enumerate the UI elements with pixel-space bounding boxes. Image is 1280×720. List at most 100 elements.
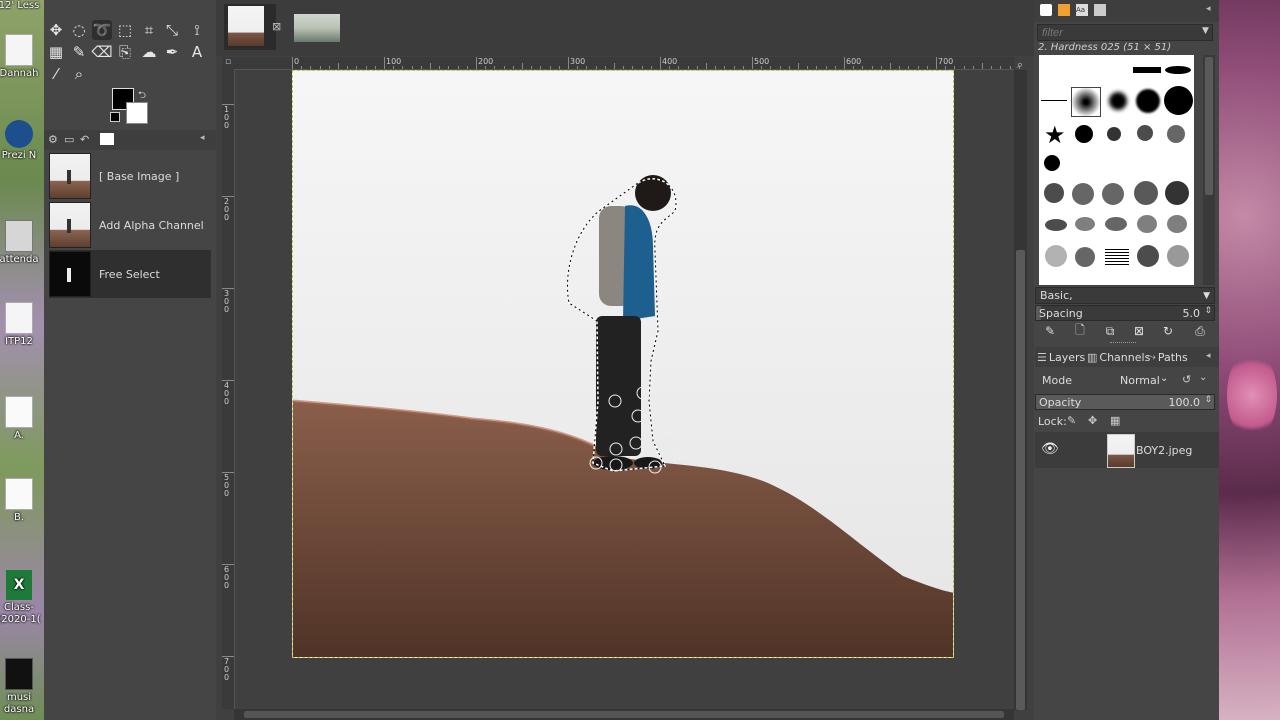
brush-item[interactable] <box>1041 100 1067 101</box>
crop-tool-icon[interactable]: ⌗ <box>139 20 159 40</box>
brush-item[interactable] <box>1134 181 1158 205</box>
fuzzy-select-icon[interactable]: ⬚ <box>115 20 135 40</box>
eye-icon[interactable]: 👁 <box>1041 441 1059 457</box>
brush-item[interactable] <box>1044 183 1064 203</box>
brush-item[interactable] <box>1167 245 1189 267</box>
brush-item[interactable] <box>1105 249 1129 265</box>
brush-item[interactable] <box>1164 86 1193 115</box>
free-select-icon[interactable]: ➰ <box>92 20 112 40</box>
desktop-icon[interactable]: ITP12 <box>0 302 42 348</box>
brush-item[interactable] <box>1136 89 1160 113</box>
desktop-icon[interactable]: X Class-(2020-1( <box>0 570 42 626</box>
brush-item[interactable] <box>1133 67 1161 73</box>
brush-item[interactable] <box>1107 127 1121 141</box>
tool-options-tab-icon[interactable]: ⚙ <box>48 133 58 146</box>
paintbrush-icon[interactable]: ✎ <box>69 42 89 62</box>
layer-row[interactable]: 👁 BOY2.jpeg <box>1035 432 1219 468</box>
image-tab[interactable] <box>292 4 344 50</box>
brush-item[interactable] <box>1105 217 1127 231</box>
brush-item[interactable] <box>1102 183 1124 205</box>
clone-tool-icon[interactable]: ⎘ <box>115 42 135 62</box>
desktop-icon[interactable]: Prezi N <box>0 120 42 162</box>
bucket-fill-icon[interactable]: ▦ <box>46 42 66 62</box>
brush-item[interactable] <box>1045 219 1067 231</box>
brush-item[interactable] <box>1045 245 1067 267</box>
brush-item[interactable] <box>1075 247 1095 267</box>
horizontal-scrollbar[interactable] <box>234 709 1014 720</box>
tab-paths[interactable]: ⤳ Paths <box>1147 347 1188 367</box>
brush-item[interactable] <box>1109 92 1127 110</box>
refresh-brushes-icon[interactable]: ↻ <box>1159 322 1177 340</box>
duplicate-brush-icon[interactable]: ⧉ <box>1101 322 1119 340</box>
desktop-icon[interactable]: Dannah <box>0 34 42 80</box>
brush-preset-select[interactable]: Basic, ▼ <box>1035 287 1215 304</box>
panel-menu-icon[interactable]: ◂ <box>1206 4 1211 14</box>
brushes-tab-icon[interactable] <box>1040 4 1052 16</box>
brush-item-selected[interactable] <box>1071 87 1101 117</box>
brush-item[interactable] <box>1165 66 1191 74</box>
lock-position-icon[interactable]: ✥ <box>1088 414 1097 427</box>
history-item[interactable]: Free Select <box>49 250 211 298</box>
device-status-tab-icon[interactable]: ▭ <box>64 133 74 146</box>
lock-pixels-icon[interactable]: ✎ <box>1067 414 1076 427</box>
quick-mask-icon[interactable]: ▫ <box>222 57 234 69</box>
panel-resize-handle[interactable] <box>1110 342 1136 346</box>
star-brush-icon[interactable]: ★ <box>1044 121 1066 149</box>
warp-transform-icon[interactable]: ⟟ <box>187 20 207 40</box>
text-tool-icon[interactable]: A <box>187 42 207 62</box>
move-tool-icon[interactable]: ✥ <box>46 20 66 40</box>
image-tab-current[interactable] <box>224 4 276 50</box>
smudge-tool-icon[interactable]: ☁ <box>139 42 159 62</box>
opacity-slider[interactable]: Opacity 100.0 ⇕ <box>1035 394 1215 410</box>
edit-brush-icon[interactable]: ✎ <box>1041 322 1059 340</box>
brush-item[interactable] <box>1075 125 1093 143</box>
panel-menu-icon[interactable]: ◂ <box>1206 351 1211 361</box>
desktop-icon[interactable]: musi dasna <box>0 658 42 716</box>
brush-item[interactable] <box>1137 125 1153 141</box>
reset-colors-icon[interactable] <box>110 112 120 122</box>
delete-brush-icon[interactable]: ⊠ <box>1130 322 1148 340</box>
vertical-scrollbar[interactable] <box>1014 70 1027 710</box>
spacing-slider[interactable]: Spacing 5.0 ⇕ <box>1035 305 1215 321</box>
lock-alpha-icon[interactable]: ▦ <box>1110 414 1120 427</box>
stepper-icon[interactable]: ⇕ <box>1204 306 1212 316</box>
chevron-down-icon[interactable]: ▼ <box>1202 26 1209 36</box>
patterns-tab-icon[interactable] <box>1058 4 1070 16</box>
paths-tool-icon[interactable]: ✒ <box>162 42 182 62</box>
zoom-tool-icon[interactable]: ⌕ <box>69 64 89 84</box>
reset-mode-icon[interactable]: ↺ <box>1182 373 1191 386</box>
desktop-icon[interactable]: B. <box>0 478 42 524</box>
stepper-icon[interactable]: ⇕ <box>1204 395 1212 405</box>
brush-item[interactable] <box>1165 181 1189 205</box>
brush-item[interactable] <box>1167 125 1185 143</box>
brush-item[interactable] <box>1075 217 1095 231</box>
images-tab-icon[interactable] <box>100 133 114 145</box>
tab-layers[interactable]: ☰ Layers <box>1037 347 1085 367</box>
unified-transform-icon[interactable]: ⤡ <box>162 20 182 40</box>
brush-as-image-icon[interactable]: ⎙ <box>1191 322 1209 340</box>
history-item[interactable]: Add Alpha Channel <box>49 201 211 249</box>
close-tab-icon[interactable]: ⊠ <box>272 20 281 33</box>
zoom-navigation-icon[interactable]: ⌕ <box>1017 58 1023 72</box>
image-canvas[interactable] <box>292 70 954 658</box>
panel-menu-icon[interactable]: ◂ <box>200 133 205 143</box>
ellipse-select-icon[interactable]: ◌ <box>69 20 89 40</box>
brush-item[interactable] <box>1137 245 1159 267</box>
background-color-swatch[interactable] <box>126 102 148 124</box>
brush-item[interactable] <box>1072 183 1094 205</box>
tab-channels[interactable]: ▥ Channels <box>1087 347 1150 367</box>
document-history-tab-icon[interactable] <box>1094 4 1106 16</box>
brush-item[interactable] <box>1167 215 1187 233</box>
brush-item[interactable] <box>1044 155 1060 171</box>
brush-filter-input[interactable] <box>1037 24 1213 41</box>
new-brush-icon[interactable]: 🗋 <box>1071 322 1089 340</box>
desktop-icon[interactable]: attenda <box>0 220 42 266</box>
eraser-icon[interactable]: ⌫ <box>91 42 112 62</box>
undo-history-tab-icon[interactable]: ↶ <box>80 133 89 146</box>
desktop-icon[interactable]: A. <box>0 396 42 442</box>
swap-colors-icon[interactable]: ⮌ <box>138 88 146 105</box>
history-item[interactable]: [ Base Image ] <box>49 152 211 200</box>
fonts-tab-icon[interactable]: Aa <box>1076 4 1088 16</box>
color-picker-icon[interactable]: ⁄ <box>46 64 66 84</box>
brush-item[interactable] <box>1137 215 1157 233</box>
